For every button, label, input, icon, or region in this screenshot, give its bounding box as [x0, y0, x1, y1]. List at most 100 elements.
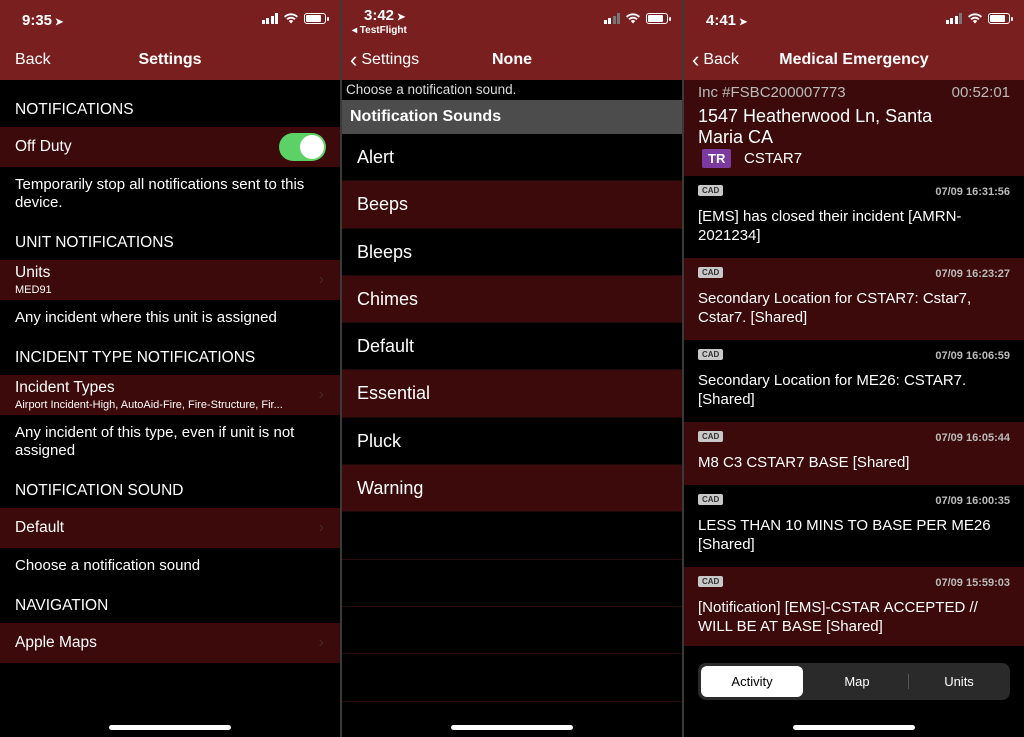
section-incident-type-notifications: INCIDENT TYPE NOTIFICATIONS: [15, 349, 256, 366]
wifi-icon: [626, 13, 640, 24]
location-arrow-icon: ➤: [397, 12, 406, 23]
entry-timestamp: 07/09 16:06:59: [935, 350, 1010, 362]
cad-badge: CAD: [698, 349, 724, 360]
cad-badge: CAD: [698, 267, 724, 278]
incident-types-label: Incident Types: [15, 379, 115, 396]
sound-item-bleeps[interactable]: Bleeps: [342, 228, 682, 276]
incident-header: Inc #FSBC200007773 00:52:01 1547 Heather…: [684, 80, 1024, 176]
navigation-row[interactable]: Apple Maps ›: [0, 623, 340, 663]
incident-screen: 4:41 ➤ ‹ Back Medical Emergency Inc #FSBC2…: [684, 0, 1024, 737]
entry-timestamp: 07/09 16:31:56: [935, 186, 1010, 198]
status-time: 9:35 ➤: [22, 12, 64, 29]
signal-icon: [261, 13, 278, 24]
entry-text: Secondary Location for CSTAR7: Cstar7, C…: [698, 290, 972, 326]
tab-units[interactable]: Units: [908, 666, 1010, 697]
activity-entry[interactable]: CAD 07/09 16:00:35 LESS THAN 10 MINS TO …: [684, 485, 1024, 567]
status-bar: 3:42 ➤ ◂ TestFlight: [342, 0, 682, 40]
incident-types-value: Airport Incident-High, AutoAid-Fire, Fir…: [15, 399, 283, 411]
entry-timestamp: 07/09 15:59:03: [935, 577, 1010, 589]
home-indicator[interactable]: [451, 725, 573, 730]
home-indicator[interactable]: [793, 725, 915, 730]
status-bar: 4:41 ➤: [684, 0, 1024, 40]
entry-text: LESS THAN 10 MINS TO BASE PER ME26 [Shar…: [698, 517, 991, 553]
battery-icon: [646, 13, 671, 24]
settings-screen: 9:35 ➤ Back Settings NOTIFICATIONS Off Du…: [0, 0, 340, 737]
chevron-right-icon: ›: [318, 386, 324, 403]
units-row[interactable]: Units MED91 ›: [0, 260, 340, 300]
home-indicator[interactable]: [109, 725, 231, 730]
off-duty-note: Temporarily stop all notifications sent …: [15, 176, 305, 211]
tab-bar: Activity Map Units: [684, 646, 1024, 716]
empty-row: [342, 560, 682, 607]
cad-badge: CAD: [698, 494, 724, 505]
chevron-right-icon: ›: [318, 271, 324, 288]
units-label: Units: [15, 264, 51, 281]
cad-badge: CAD: [698, 576, 724, 587]
signal-icon: [603, 13, 620, 24]
activity-entry[interactable]: CAD 07/09 16:31:56 [EMS] has closed thei…: [684, 176, 1024, 258]
incident-address[interactable]: 1547 Heatherwood Ln, Santa Maria CA: [698, 106, 968, 148]
back-button[interactable]: Back: [15, 51, 51, 69]
sound-item-alert[interactable]: Alert: [342, 134, 682, 182]
activity-entry[interactable]: CAD 07/09 16:05:44 M8 C3 CSTAR7 BASE [Sh…: [684, 422, 1024, 485]
toggle-knob: [300, 135, 324, 159]
wifi-icon: [284, 13, 298, 24]
entry-timestamp: 07/09 16:05:44: [935, 432, 1010, 444]
incident-timer: 00:52:01: [951, 84, 1010, 101]
tab-activity[interactable]: Activity: [701, 666, 803, 697]
activity-entry[interactable]: CAD 07/09 16:23:27 Secondary Location fo…: [684, 258, 1024, 340]
section-notifications: NOTIFICATIONS: [15, 101, 134, 118]
back-button[interactable]: ‹ Settings: [350, 47, 419, 72]
empty-row: [342, 512, 682, 560]
chevron-right-icon: ›: [318, 519, 324, 536]
sound-item-pluck[interactable]: Pluck: [342, 417, 682, 466]
incident-number: Inc #FSBC200007773: [698, 84, 846, 101]
location-arrow-icon: ➤: [739, 17, 748, 28]
sound-item-beeps[interactable]: Beeps: [342, 181, 682, 229]
incident-types-row[interactable]: Incident Types Airport Incident-High, Au…: [0, 375, 340, 415]
screens: 9:35 ➤ Back Settings NOTIFICATIONS Off Du…: [0, 0, 1024, 737]
units-note: Any incident where this unit is assigned: [15, 309, 277, 326]
entry-timestamp: 07/09 16:23:27: [935, 268, 1010, 280]
battery-icon: [988, 13, 1013, 24]
units-value: MED91: [15, 284, 52, 296]
off-duty-row: Off Duty: [0, 127, 340, 167]
nav-bar: ‹ Settings None: [342, 40, 682, 80]
activity-entry[interactable]: CAD 07/09 16:06:59 Secondary Location fo…: [684, 340, 1024, 422]
entry-text: [Notification] [EMS]-CSTAR ACCEPTED // W…: [698, 599, 978, 635]
tr-badge: TR: [702, 149, 732, 168]
wifi-icon: [968, 13, 982, 24]
status-icons: [261, 13, 329, 24]
section-notification-sound: NOTIFICATION SOUND: [15, 482, 184, 499]
entry-text: M8 C3 CSTAR7 BASE [Shared]: [698, 454, 910, 471]
location-arrow-icon: ➤: [55, 17, 64, 28]
status-icons: [945, 13, 1013, 24]
off-duty-toggle[interactable]: [279, 133, 326, 161]
incident-unit: CSTAR7: [744, 150, 803, 167]
empty-row: [342, 607, 682, 655]
entry-text: Secondary Location for ME26: CSTAR7. [Sh…: [698, 372, 967, 408]
sound-row[interactable]: Default ›: [0, 508, 340, 548]
sound-item-essential[interactable]: Essential: [342, 370, 682, 418]
section-unit-notifications: UNIT NOTIFICATIONS: [15, 234, 174, 251]
signal-icon: [945, 13, 962, 24]
section-navigation: NAVIGATION: [15, 597, 109, 614]
sounds-list: Choose a notification sound. Notificatio…: [342, 80, 682, 702]
nav-bar: Back Settings: [0, 40, 340, 80]
testflight-back-link[interactable]: ◂ TestFlight: [352, 25, 407, 36]
activity-entry[interactable]: CAD 07/09 15:59:03 [Notification] [EMS]-…: [684, 567, 1024, 649]
entry-text: [EMS] has closed their incident [AMRN-20…: [698, 208, 962, 244]
battery-icon: [304, 13, 329, 24]
cad-badge: CAD: [698, 185, 724, 196]
sounds-group-header: Notification Sounds: [342, 100, 682, 134]
tab-map[interactable]: Map: [806, 666, 908, 697]
sound-item-default[interactable]: Default: [342, 323, 682, 371]
sound-item-chimes[interactable]: Chimes: [342, 275, 682, 324]
back-button[interactable]: ‹ Back: [692, 49, 739, 71]
sound-item-warning[interactable]: Warning: [342, 465, 682, 513]
empty-row: [342, 654, 682, 702]
settings-list: NOTIFICATIONS Off Duty Temporarily stop …: [0, 80, 340, 663]
sound-value: Default: [15, 519, 65, 536]
chevron-left-icon: ‹: [350, 47, 358, 72]
status-time: 3:42 ➤: [364, 7, 406, 24]
